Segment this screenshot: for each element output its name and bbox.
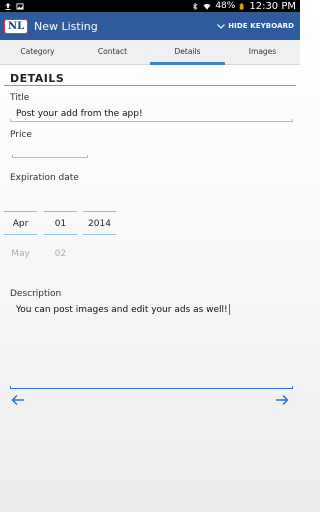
tab-images[interactable]: Images [225, 40, 300, 64]
action-bar: NL New Listing HIDE KEYBOARD [0, 12, 300, 40]
title-input-underline [10, 119, 293, 122]
description-input[interactable]: You can post images and edit your ads as… [16, 304, 230, 315]
app-logo[interactable]: NL [4, 16, 30, 36]
section-divider [4, 85, 296, 86]
day-next-option[interactable]: 02 [44, 249, 77, 259]
bluetooth-icon [193, 2, 198, 10]
expiration-label: Expiration date [10, 173, 79, 183]
clock: 12:30 PM [249, 0, 296, 12]
description-input-underline [10, 386, 293, 389]
upload-icon [5, 2, 11, 10]
battery-icon [240, 3, 244, 9]
wifi-icon [203, 3, 211, 10]
price-label: Price [10, 130, 32, 140]
title-input[interactable]: Post your add from the app! [16, 109, 143, 119]
text-cursor [228, 304, 230, 315]
arrow-left-icon[interactable] [11, 394, 25, 406]
month-picker[interactable]: Apr [4, 211, 37, 235]
title-label: Title [10, 93, 30, 103]
page-title: New Listing [34, 19, 98, 33]
price-input[interactable] [14, 145, 88, 156]
year-picker[interactable]: 2014 [83, 211, 116, 235]
day-picker[interactable]: 01 [44, 211, 77, 235]
chevron-down-icon [217, 23, 226, 29]
tab-bar: Category Contact Details Images [0, 40, 300, 65]
tab-contact[interactable]: Contact [75, 40, 150, 64]
image-icon [16, 2, 24, 10]
price-input-underline [12, 155, 88, 158]
tab-details[interactable]: Details [150, 40, 225, 65]
tab-category[interactable]: Category [0, 40, 75, 64]
logo-text: NL [4, 18, 29, 34]
arrow-right-icon[interactable] [275, 394, 289, 406]
status-bar: 48% 12:30 PM [0, 0, 300, 12]
month-next-option[interactable]: May [4, 249, 37, 259]
hide-keyboard-button[interactable]: HIDE KEYBOARD [217, 22, 294, 30]
section-title: DETAILS [10, 72, 65, 85]
description-text: You can post images and edit your ads as… [16, 305, 228, 315]
hide-keyboard-label: HIDE KEYBOARD [228, 22, 294, 30]
description-label: Description [10, 289, 62, 299]
battery-percent: 48% [215, 1, 236, 11]
